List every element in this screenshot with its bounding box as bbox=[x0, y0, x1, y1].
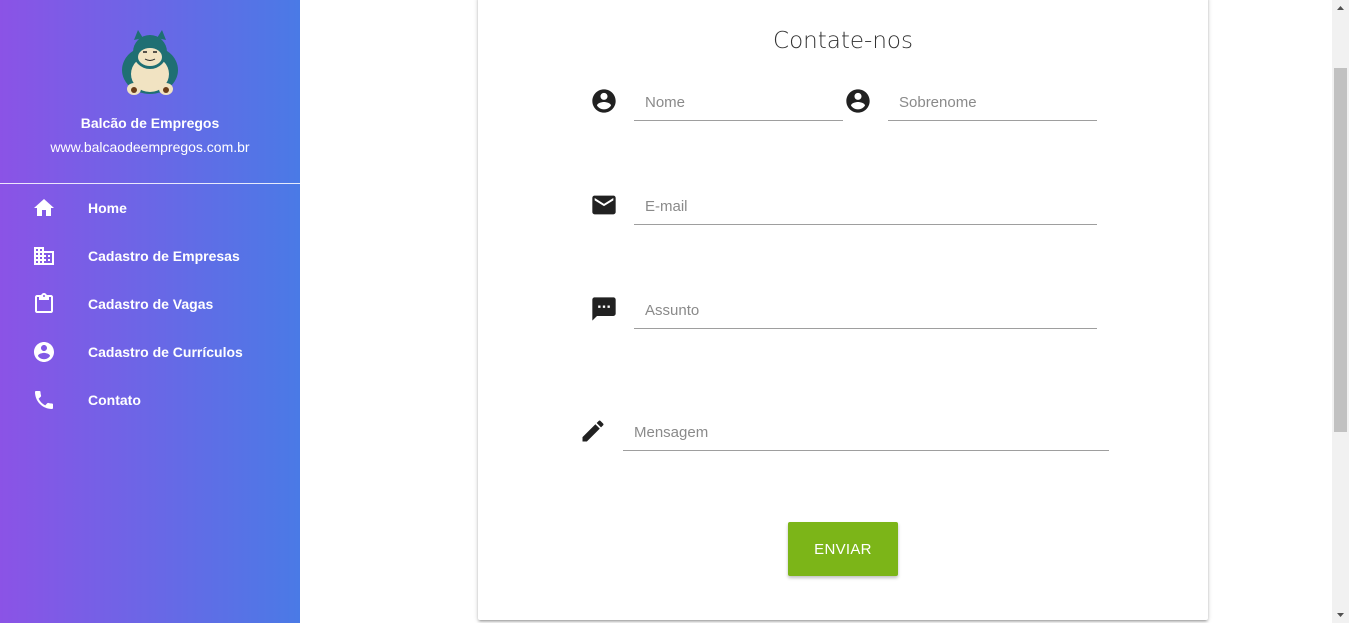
email-input[interactable] bbox=[634, 189, 1097, 225]
brand-name: Balcão de Empregos bbox=[80, 115, 220, 131]
account-circle-icon bbox=[34, 342, 54, 362]
last-name-input[interactable] bbox=[888, 85, 1097, 121]
sidebar-item-cadastro-vagas[interactable]: Cadastro de Vagas bbox=[0, 280, 300, 328]
clipboard-icon bbox=[35, 293, 53, 313]
mail-icon bbox=[592, 195, 616, 215]
sidebar-item-home[interactable]: Home bbox=[0, 184, 300, 232]
contact-form-card: Contate-nos ENVIAR bbox=[478, 0, 1208, 620]
page-title: Contate-nos bbox=[773, 28, 913, 54]
building-icon bbox=[34, 247, 54, 265]
first-name-input[interactable] bbox=[634, 85, 843, 121]
sidebar-item-label: Cadastro de Currículos bbox=[88, 344, 243, 360]
sidebar-item-label: Cadastro de Empresas bbox=[88, 248, 240, 264]
sidebar-item-label: Home bbox=[88, 200, 127, 216]
snorlax-logo bbox=[122, 30, 178, 95]
account-circle-icon bbox=[846, 89, 870, 113]
phone-icon bbox=[35, 391, 53, 409]
chat-icon bbox=[592, 297, 616, 321]
vertical-scrollbar[interactable] bbox=[1332, 0, 1349, 623]
scrollbar-thumb[interactable] bbox=[1334, 68, 1347, 432]
subject-input[interactable] bbox=[634, 293, 1097, 329]
account-circle-icon bbox=[592, 89, 616, 113]
pencil-icon bbox=[582, 420, 604, 442]
main-content: Contate-nos ENVIAR bbox=[300, 0, 1349, 623]
sidebar-item-label: Contato bbox=[88, 392, 141, 408]
message-textarea[interactable] bbox=[623, 415, 1109, 451]
brand-url: www.balcaodeempregos.com.br bbox=[50, 139, 250, 155]
sidebar-item-cadastro-curriculos[interactable]: Cadastro de Currículos bbox=[0, 328, 300, 376]
home-icon bbox=[34, 199, 54, 216]
submit-button[interactable]: ENVIAR bbox=[788, 522, 898, 576]
sidebar: Balcão de Empregos www.balcaodeempregos.… bbox=[0, 0, 300, 623]
sidebar-item-contato[interactable]: Contato bbox=[0, 376, 300, 424]
scroll-up-arrow-icon[interactable] bbox=[1332, 0, 1349, 17]
scroll-down-arrow-icon[interactable] bbox=[1332, 606, 1349, 623]
sidebar-item-cadastro-empresas[interactable]: Cadastro de Empresas bbox=[0, 232, 300, 280]
sidebar-item-label: Cadastro de Vagas bbox=[88, 296, 214, 312]
